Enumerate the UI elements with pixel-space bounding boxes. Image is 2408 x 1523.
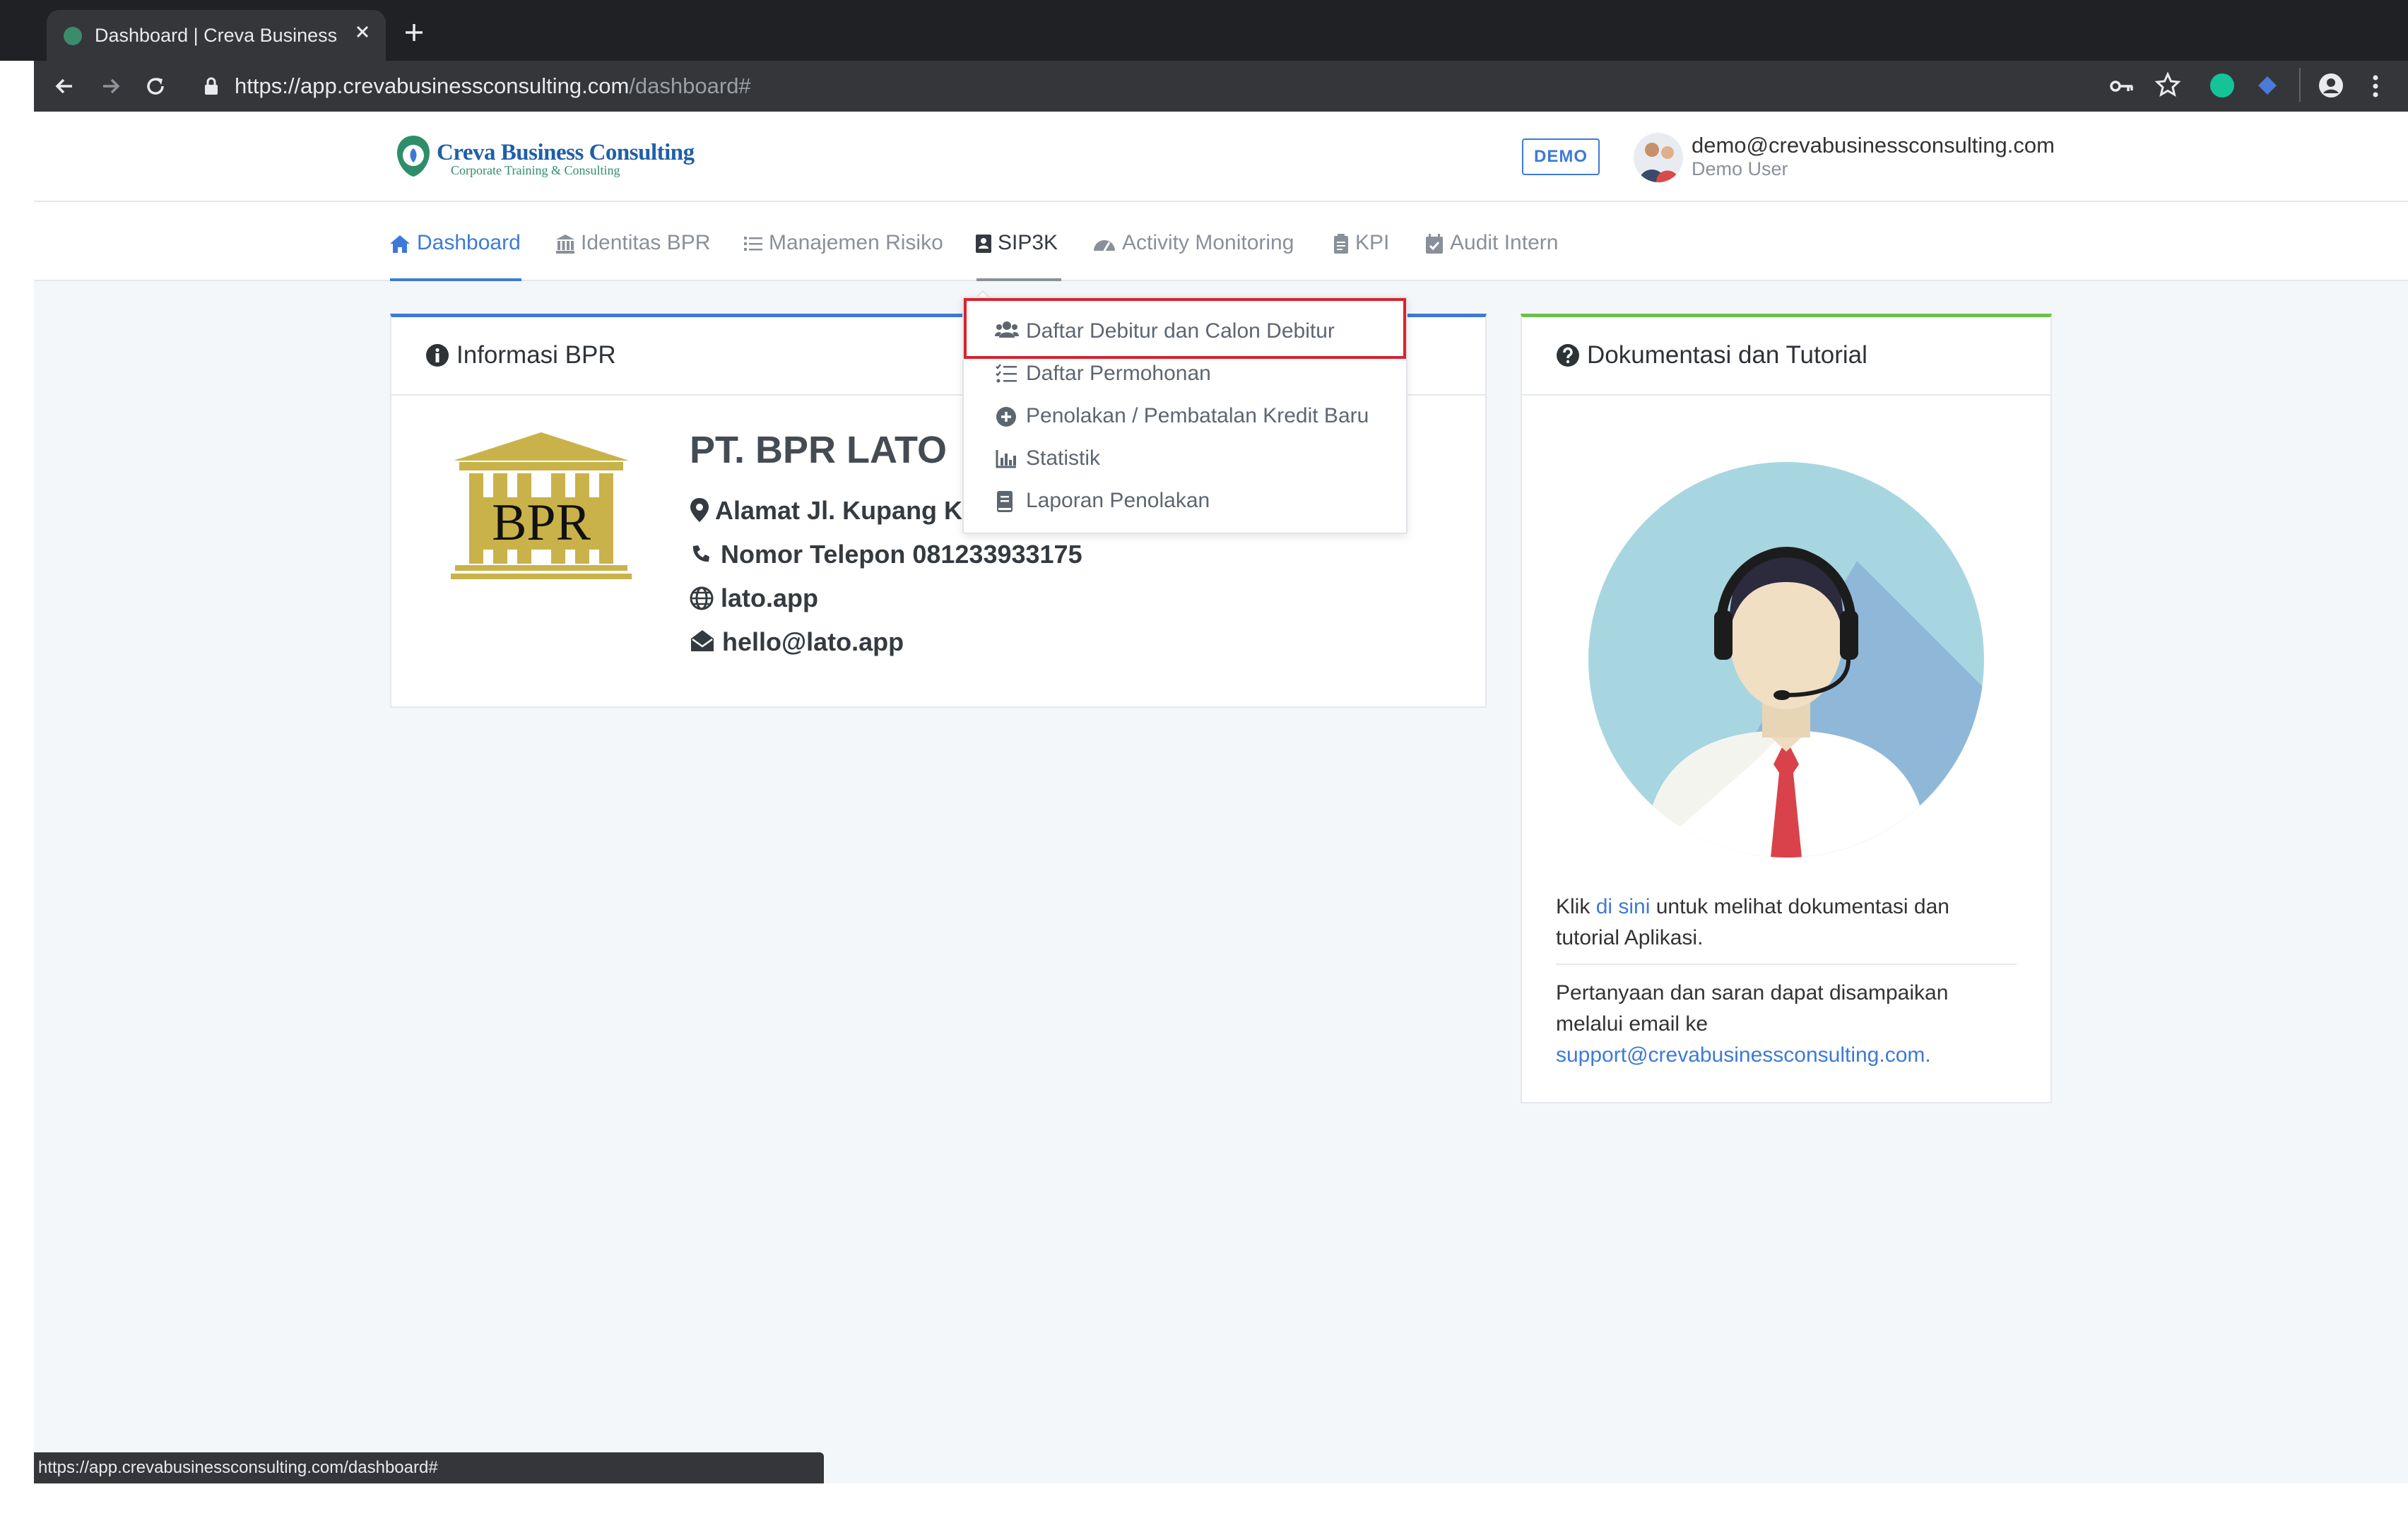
- nav-label-identitas-bpr: Identitas BPR: [581, 231, 711, 254]
- nav-item-dashboard[interactable]: Dashboard: [389, 227, 521, 259]
- active-tab-underline: [390, 278, 521, 281]
- lock-icon: [203, 76, 219, 96]
- user-name: Demo User: [1692, 158, 1788, 179]
- doc-text-pre: Klik: [1556, 895, 1596, 918]
- doc-contact-text: Pertanyaan dan saran dapat disampaikan m…: [1556, 981, 1949, 1036]
- reload-icon[interactable]: [141, 72, 170, 100]
- tab-close-icon[interactable]: [352, 21, 373, 42]
- url-main: https://app.crevabusinessconsulting.com: [235, 73, 630, 98]
- nav-item-identitas-bpr[interactable]: Identitas BPR: [555, 227, 710, 259]
- bpr-logo-text: BPR: [492, 494, 591, 552]
- bank-icon: [555, 233, 575, 254]
- info-circle-icon: [425, 343, 449, 367]
- company-email[interactable]: hello@lato.app: [722, 624, 904, 660]
- doc-intro-text: Klik di sini untuk melihat dokumentasi d…: [1556, 891, 2008, 954]
- book-icon: [995, 490, 1017, 513]
- users-icon: [995, 319, 1019, 342]
- nav-item-kpi[interactable]: KPI: [1333, 227, 1389, 259]
- dropdown-item-penolakan-pembatalan[interactable]: Penolakan / Pembatalan Kredit Baru: [1026, 402, 1369, 430]
- toolbar-divider: [2299, 68, 2301, 102]
- extension-icon[interactable]: [2255, 73, 2279, 97]
- dropdown-label-daftar-debitur: Daftar Debitur dan Calon Debitur: [1026, 319, 1335, 343]
- demo-badge: DEMO: [1522, 138, 1600, 175]
- company-website[interactable]: lato.app: [721, 581, 818, 616]
- doc-panel-header-divider: [1522, 394, 2050, 396]
- status-bar-url: https://app.crevabusinessconsulting.com/…: [34, 1452, 824, 1483]
- question-circle-icon: [1556, 343, 1580, 367]
- bookmark-star-icon[interactable]: [2154, 71, 2182, 99]
- user-email[interactable]: demo@crevabusinessconsulting.com: [1692, 131, 2055, 160]
- nav-item-sip3k[interactable]: SIP3K: [975, 227, 1058, 259]
- favicon-icon: [64, 27, 82, 45]
- support-agent-illustration: [1588, 462, 1984, 858]
- sip3k-underline: [976, 278, 1061, 281]
- list-check-icon: [995, 363, 1017, 386]
- nav-label-activity-monitoring: Activity Monitoring: [1122, 231, 1294, 254]
- envelope-open-icon: [690, 629, 715, 653]
- company-address: Alamat Jl. Kupang Kr: [715, 496, 973, 525]
- creva-logo-icon[interactable]: [394, 133, 432, 179]
- back-icon[interactable]: [51, 72, 79, 100]
- nav-label-dashboard: Dashboard: [417, 231, 521, 254]
- dropdown-item-laporan-penolakan[interactable]: Laporan Penolakan: [1026, 487, 1210, 515]
- grammarly-extension-icon[interactable]: [2210, 73, 2234, 97]
- clipboard-icon: [1333, 233, 1350, 254]
- nav-item-manajemen-risiko[interactable]: Manajemen Risiko: [743, 227, 943, 259]
- map-marker-icon: [690, 497, 709, 523]
- tab-title: Dashboard | Creva Business Co: [95, 25, 342, 46]
- profile-icon[interactable]: [2318, 72, 2344, 99]
- nav-label-audit-intern: Audit Intern: [1450, 231, 1559, 254]
- new-tab-icon[interactable]: [401, 20, 427, 45]
- doc-divider: [1556, 964, 2017, 965]
- key-icon[interactable]: [2108, 73, 2137, 99]
- nav-label-kpi: KPI: [1355, 231, 1390, 254]
- url-path: /dashboard#: [629, 73, 751, 98]
- company-phone: Nomor Telepon 081233933175: [721, 540, 1082, 569]
- informasi-bpr-title: Informasi BPR: [456, 341, 616, 369]
- dropdown-item-statistik[interactable]: Statistik: [1026, 444, 1100, 473]
- di-sini-link[interactable]: di sini: [1596, 895, 1651, 918]
- phone-icon: [690, 543, 712, 565]
- logo-subtitle: Corporate Training & Consulting: [451, 163, 620, 177]
- id-card-icon: [975, 233, 992, 254]
- globe-icon: [690, 586, 714, 610]
- bar-chart-icon: [995, 448, 1017, 470]
- support-email-link[interactable]: support@crevabusinessconsulting.com.: [1556, 1040, 2008, 1071]
- list-icon: [743, 235, 763, 253]
- calendar-check-icon: [1424, 233, 1444, 254]
- bpr-logo: BPR: [449, 429, 633, 581]
- gauge-icon: [1092, 234, 1116, 254]
- avatar[interactable]: [1634, 133, 1683, 182]
- menu-kebab-icon[interactable]: [2368, 72, 2383, 100]
- address-bar[interactable]: https://app.crevabusinessconsulting.com/…: [235, 71, 751, 102]
- dokumentasi-title: Dokumentasi dan Tutorial: [1587, 341, 1867, 369]
- forward-icon[interactable]: [96, 72, 124, 100]
- home-icon: [389, 233, 411, 254]
- nav-label-sip3k: SIP3K: [998, 231, 1058, 254]
- nav-label-manajemen-risiko: Manajemen Risiko: [769, 231, 943, 254]
- dropdown-item-daftar-permohonan[interactable]: Daftar Permohonan: [1026, 360, 1211, 388]
- nav-item-activity-monitoring[interactable]: Activity Monitoring: [1092, 227, 1294, 259]
- nav-item-audit-intern[interactable]: Audit Intern: [1424, 227, 1558, 259]
- company-name: PT. BPR LATO: [690, 429, 948, 471]
- plus-circle-icon: [995, 405, 1017, 428]
